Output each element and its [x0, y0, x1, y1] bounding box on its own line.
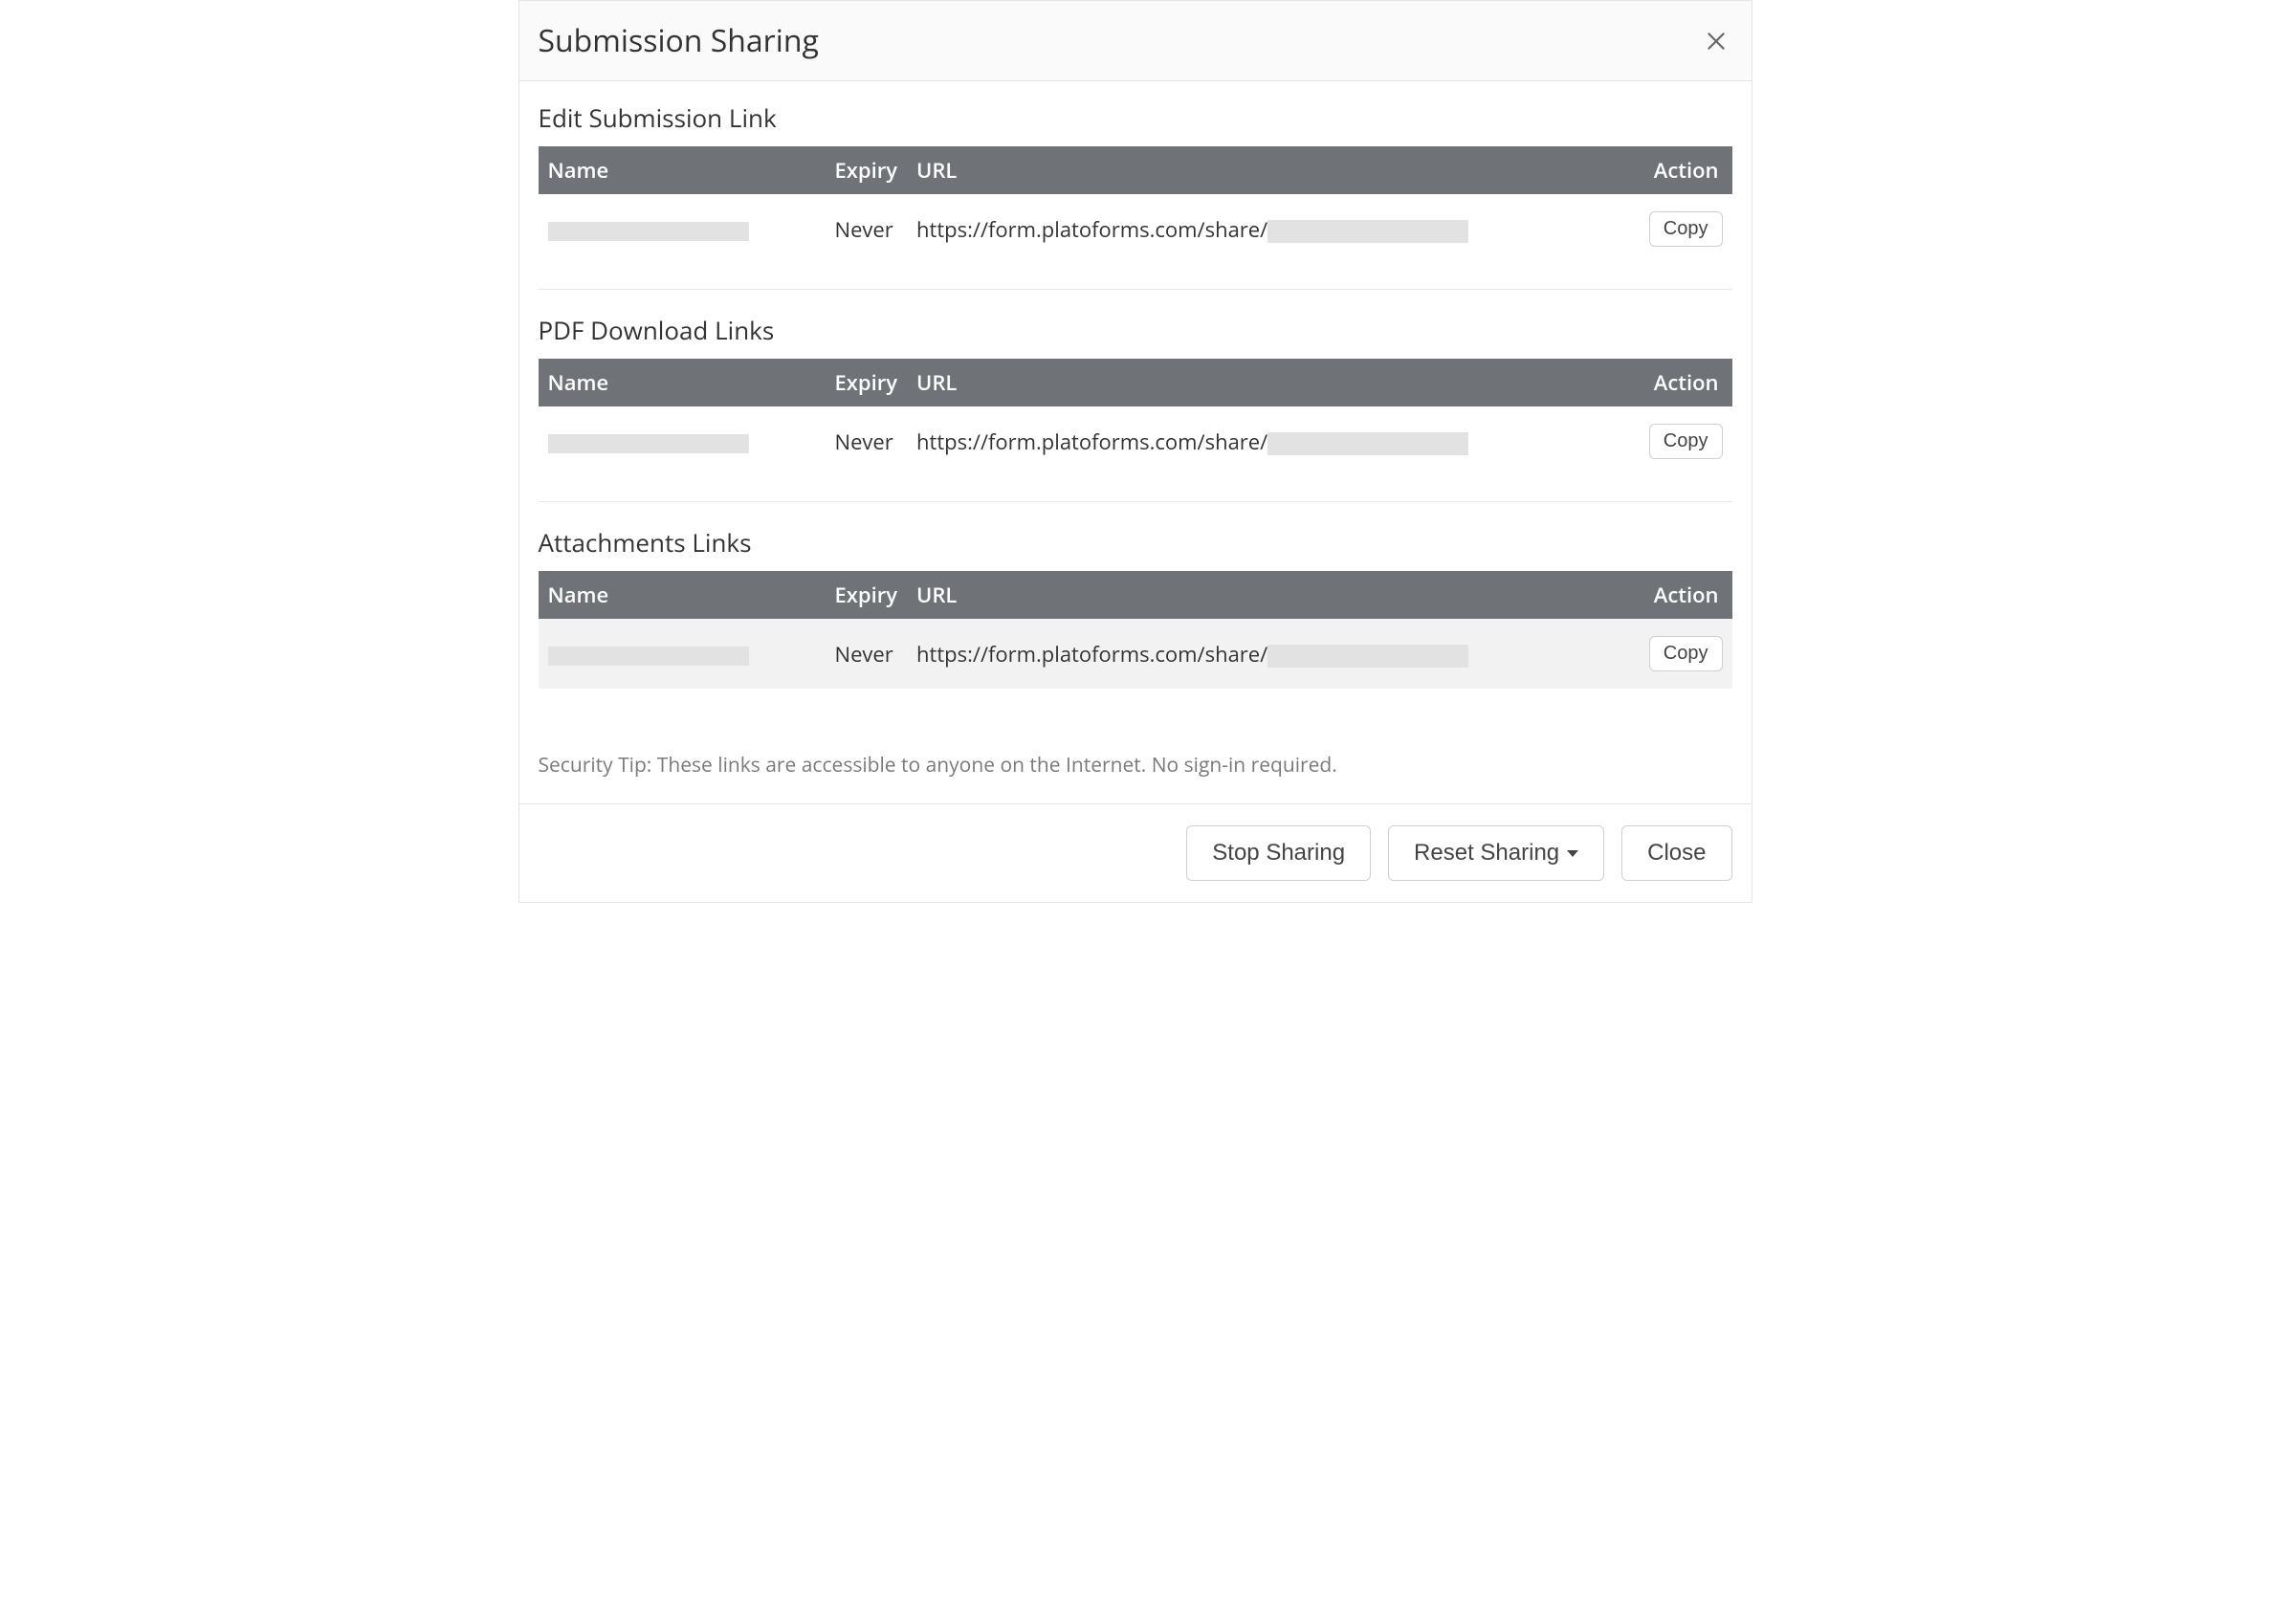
- cell-url: https://form.platoforms.com/share/: [907, 406, 1637, 476]
- table-row: Never https://form.platoforms.com/share/…: [539, 619, 1732, 689]
- copy-button[interactable]: Copy: [1649, 636, 1723, 671]
- attachments-table: Name Expiry URL Action Never https://for…: [539, 571, 1732, 689]
- security-tip: Security Tip: These links are accessible…: [539, 713, 1732, 794]
- chevron-down-icon: [1567, 850, 1578, 857]
- url-redacted: [1267, 220, 1468, 243]
- cell-expiry: Never: [826, 619, 908, 689]
- url-prefix: https://form.platoforms.com/share/: [916, 640, 1267, 669]
- close-button[interactable]: Close: [1621, 825, 1731, 881]
- copy-button[interactable]: Copy: [1649, 424, 1723, 459]
- table-row: Never https://form.platoforms.com/share/…: [539, 194, 1732, 264]
- pdf-download-table: Name Expiry URL Action Never https://for…: [539, 359, 1732, 476]
- pdf-download-title: PDF Download Links: [539, 313, 1732, 347]
- th-expiry: Expiry: [826, 359, 908, 406]
- edit-submission-table: Name Expiry URL Action Never https://for…: [539, 146, 1732, 264]
- url-prefix: https://form.platoforms.com/share/: [916, 215, 1267, 244]
- edit-submission-section: Edit Submission Link Name Expiry URL Act…: [539, 100, 1732, 264]
- th-name: Name: [539, 359, 826, 406]
- modal-footer: Stop Sharing Reset Sharing Close: [519, 803, 1752, 902]
- modal-header: Submission Sharing: [519, 1, 1752, 81]
- cell-expiry: Never: [826, 406, 908, 476]
- cell-name: [539, 406, 826, 476]
- th-action: Action: [1637, 571, 1732, 619]
- cell-expiry: Never: [826, 194, 908, 264]
- th-expiry: Expiry: [826, 146, 908, 194]
- modal-title: Submission Sharing: [539, 20, 819, 61]
- pdf-download-section: PDF Download Links Name Expiry URL Actio…: [539, 313, 1732, 476]
- name-redacted: [548, 222, 749, 241]
- submission-sharing-modal: Submission Sharing Edit Submission Link …: [518, 0, 1752, 903]
- th-url: URL: [907, 571, 1637, 619]
- th-name: Name: [539, 571, 826, 619]
- copy-button[interactable]: Copy: [1649, 211, 1723, 247]
- th-action: Action: [1637, 146, 1732, 194]
- reset-sharing-label: Reset Sharing: [1414, 840, 1559, 867]
- cell-url: https://form.platoforms.com/share/: [907, 194, 1637, 264]
- name-redacted: [548, 647, 749, 666]
- section-divider: [539, 501, 1732, 502]
- name-redacted: [548, 434, 749, 453]
- th-expiry: Expiry: [826, 571, 908, 619]
- cell-name: [539, 194, 826, 264]
- th-action: Action: [1637, 359, 1732, 406]
- table-row: Never https://form.platoforms.com/share/…: [539, 406, 1732, 476]
- cell-action: Copy: [1637, 619, 1732, 689]
- cell-action: Copy: [1637, 194, 1732, 264]
- cell-name: [539, 619, 826, 689]
- url-redacted: [1267, 432, 1468, 455]
- edit-submission-title: Edit Submission Link: [539, 100, 1732, 135]
- attachments-section: Attachments Links Name Expiry URL Action…: [539, 525, 1732, 689]
- attachments-title: Attachments Links: [539, 525, 1732, 560]
- url-prefix: https://form.platoforms.com/share/: [916, 428, 1267, 456]
- modal-body: Edit Submission Link Name Expiry URL Act…: [519, 81, 1752, 803]
- section-divider: [539, 289, 1732, 290]
- cell-url: https://form.platoforms.com/share/: [907, 619, 1637, 689]
- stop-sharing-button[interactable]: Stop Sharing: [1186, 825, 1371, 881]
- close-icon[interactable]: [1700, 25, 1732, 57]
- cell-action: Copy: [1637, 406, 1732, 476]
- reset-sharing-button[interactable]: Reset Sharing: [1388, 825, 1604, 881]
- url-redacted: [1267, 645, 1468, 668]
- th-url: URL: [907, 359, 1637, 406]
- th-name: Name: [539, 146, 826, 194]
- th-url: URL: [907, 146, 1637, 194]
